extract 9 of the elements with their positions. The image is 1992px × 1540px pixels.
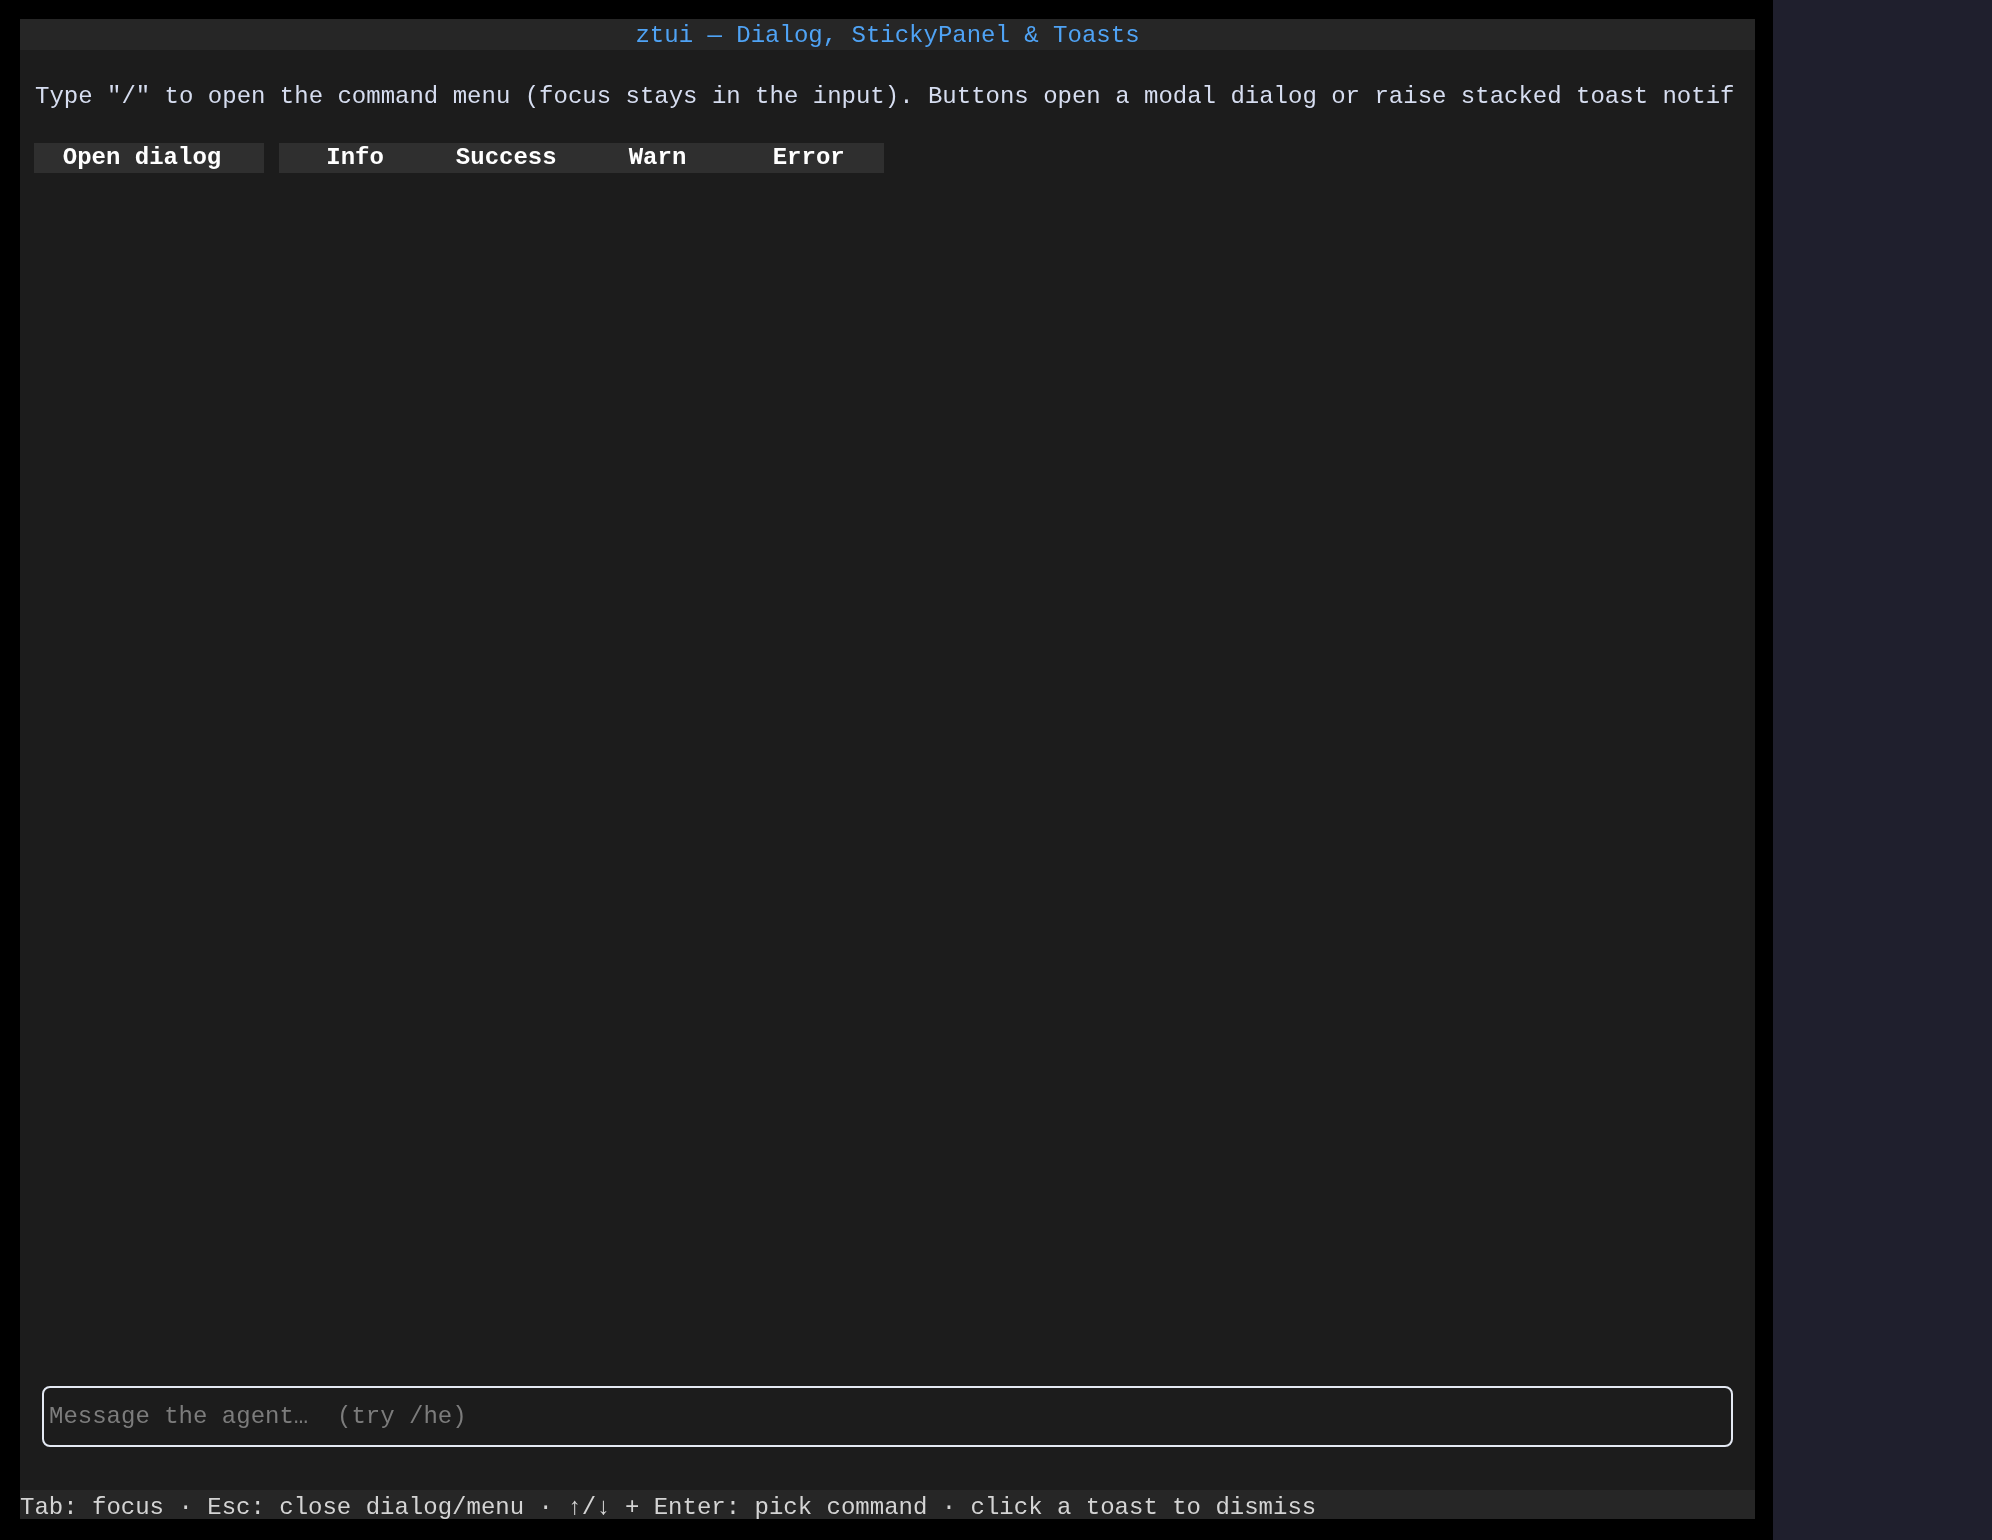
status-text: Tab: focus · Esc: close dialog/menu · ↑/↓ + Enter: pick command · click a toast to dismiss	[20, 1494, 1317, 1521]
intro-text: Type "/" to open the command menu (focus stays in the input). Buttons open a modal dialog or raise stacked toast notif	[35, 82, 1735, 112]
message-input[interactable]: Message the agent… (try /he)	[42, 1386, 1733, 1447]
toast-button[interactable]: Warn	[581, 143, 734, 173]
toast-button[interactable]: Error	[733, 143, 885, 173]
toast-button[interactable]: Info	[279, 143, 431, 173]
toast-button[interactable]: Success	[430, 143, 582, 173]
dialog-button[interactable]: Open dialog	[34, 143, 265, 173]
window-title: ztui — Dialog, StickyPanel & Toasts	[635, 21, 1140, 50]
